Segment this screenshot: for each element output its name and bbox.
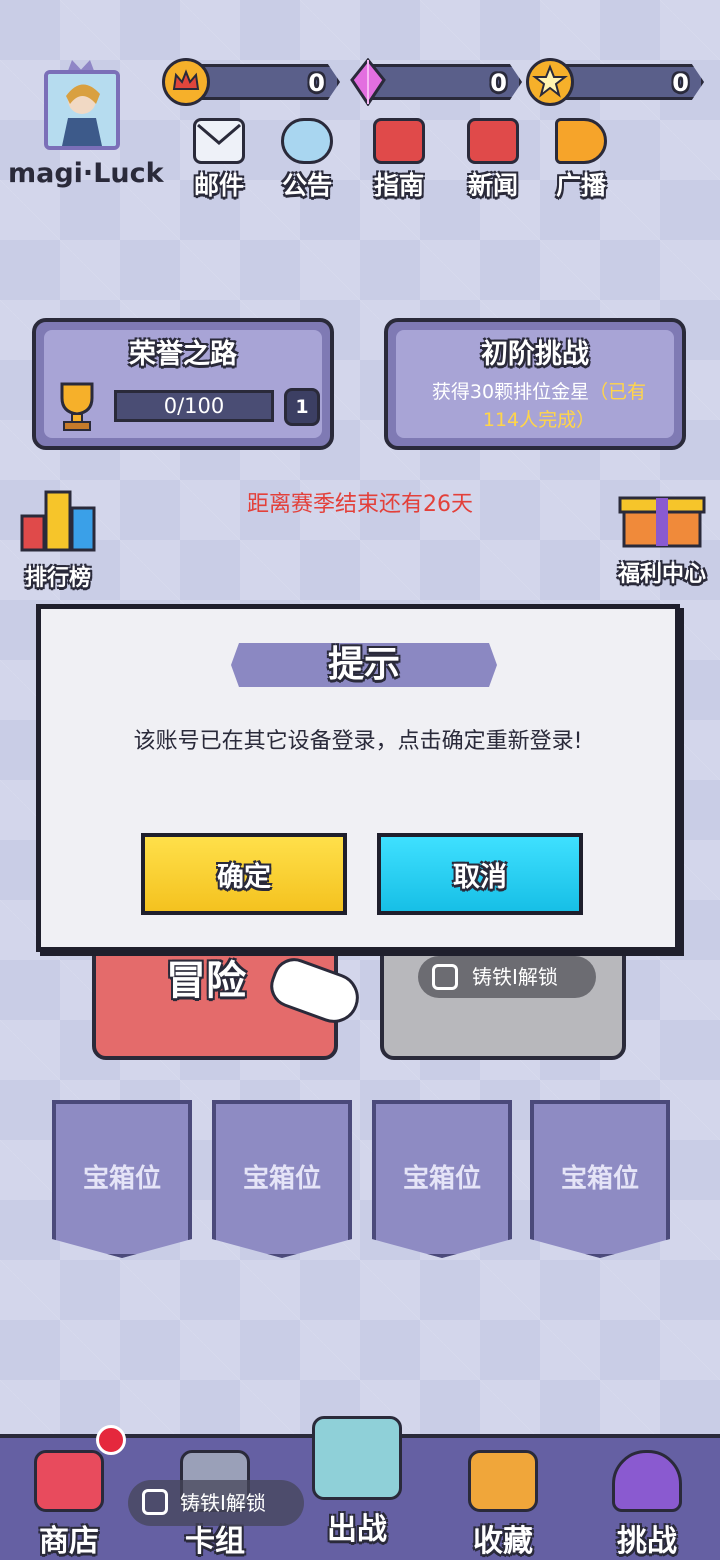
dialog-message: 该账号已在其它设备登录，点击确定重新登录! bbox=[133, 729, 583, 754]
confirm-button[interactable]: 确定 bbox=[141, 833, 347, 915]
cancel-button[interactable]: 取消 bbox=[377, 833, 583, 915]
dialog-title: 提示 bbox=[327, 644, 400, 685]
alert-dialog: 提示 该账号已在其它设备登录，点击确定重新登录! 确定 取消 bbox=[36, 604, 680, 952]
dialog-title-ribbon: 提示 bbox=[231, 643, 497, 687]
